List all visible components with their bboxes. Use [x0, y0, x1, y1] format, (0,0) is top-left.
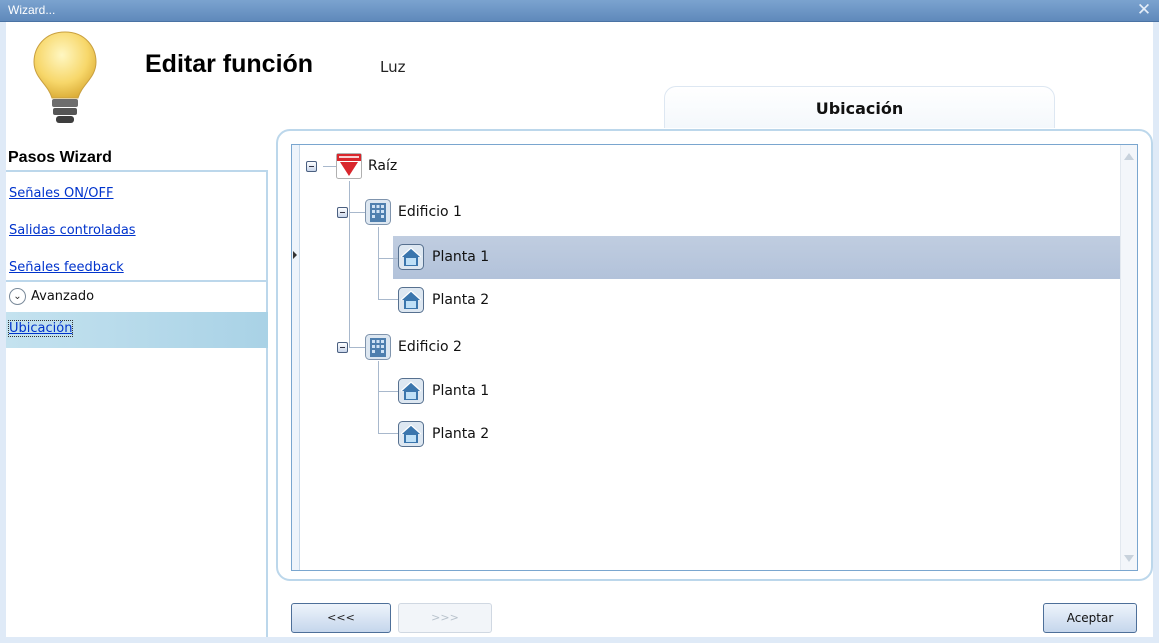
- scroll-up-icon[interactable]: [1124, 153, 1134, 160]
- window-frame: Editar función Luz Ubicación Pasos Wizar…: [0, 22, 1159, 643]
- collapse-icon[interactable]: [337, 207, 348, 218]
- title-bar: Wizard... ✕: [0, 0, 1159, 22]
- scroll-down-icon[interactable]: [1124, 555, 1134, 562]
- floor-icon: [398, 421, 424, 447]
- floor-icon: [398, 287, 424, 313]
- tab-ubicacion[interactable]: Ubicación: [664, 86, 1055, 128]
- step-link-senales-onoff[interactable]: Señales ON/OFF: [9, 186, 114, 201]
- tree-label-building: Edificio 1: [398, 204, 462, 220]
- steps-title: Pasos Wizard: [8, 149, 112, 166]
- step-link-ubicacion[interactable]: Ubicación: [7, 320, 74, 337]
- tree-node-building[interactable]: Edificio 1: [337, 197, 537, 229]
- page-title: Editar función: [145, 50, 314, 78]
- tree-label-root: Raíz: [368, 158, 398, 174]
- carlo-gavazzi-logo-icon: [336, 153, 362, 179]
- close-icon[interactable]: ✕: [1135, 1, 1153, 19]
- tree-label-building: Edificio 2: [398, 339, 462, 355]
- collapse-icon[interactable]: [337, 342, 348, 353]
- tree-line: [378, 361, 379, 433]
- floor-icon: [398, 378, 424, 404]
- location-tree[interactable]: Raíz Edificio 1 Planta 1 Planta 2 Edific…: [291, 144, 1138, 571]
- tree-node-root[interactable]: Raíz: [306, 151, 506, 183]
- tree-node-floor[interactable]: Planta 1: [398, 242, 598, 274]
- window-title: Wizard...: [8, 3, 56, 17]
- previous-button[interactable]: <<<: [291, 603, 391, 633]
- next-button[interactable]: >>>: [398, 603, 492, 633]
- location-panel: Raíz Edificio 1 Planta 1 Planta 2 Edific…: [276, 129, 1153, 581]
- tree-label-floor: Planta 2: [432, 292, 490, 308]
- tree-node-floor[interactable]: Planta 2: [398, 285, 598, 317]
- tree-node-building[interactable]: Edificio 2: [337, 332, 537, 364]
- step-link-senales-feedback[interactable]: Señales feedback: [9, 260, 124, 275]
- tree-line: [378, 433, 398, 434]
- advanced-toggle[interactable]: ⌄ Avanzado: [6, 284, 266, 310]
- tree-node-floor[interactable]: Planta 2: [398, 419, 598, 451]
- floor-icon: [398, 244, 424, 270]
- chevron-down-icon[interactable]: ⌄: [9, 288, 26, 305]
- tree-line: [378, 258, 398, 259]
- tree-line: [378, 391, 398, 392]
- tree-line: [378, 227, 379, 299]
- tree-label-floor: Planta 1: [432, 249, 490, 265]
- function-name: Luz: [380, 58, 406, 76]
- step-item-ubicacion[interactable]: Ubicación: [6, 312, 268, 348]
- building-icon: [365, 199, 391, 225]
- tree-label-floor: Planta 2: [432, 426, 490, 442]
- steps-list: Señales ON/OFF Salidas controladas Señal…: [6, 170, 266, 282]
- advanced-label: Avanzado: [31, 289, 95, 304]
- building-icon: [365, 334, 391, 360]
- tree-splitter[interactable]: [292, 145, 300, 570]
- tree-node-floor[interactable]: Planta 1: [398, 376, 598, 408]
- accept-button[interactable]: Aceptar: [1043, 603, 1137, 633]
- step-link-salidas-controladas[interactable]: Salidas controladas: [9, 223, 136, 238]
- wizard-content: Editar función Luz Ubicación Pasos Wizar…: [6, 22, 1153, 637]
- collapse-icon[interactable]: [306, 161, 317, 172]
- tree-label-floor: Planta 1: [432, 383, 490, 399]
- tree-line: [378, 299, 398, 300]
- splitter-arrow-icon: [293, 251, 297, 259]
- vertical-scrollbar[interactable]: [1120, 145, 1137, 570]
- wizard-steps-panel: Señales ON/OFF Salidas controladas Señal…: [6, 170, 268, 637]
- lightbulb-icon: [33, 31, 97, 123]
